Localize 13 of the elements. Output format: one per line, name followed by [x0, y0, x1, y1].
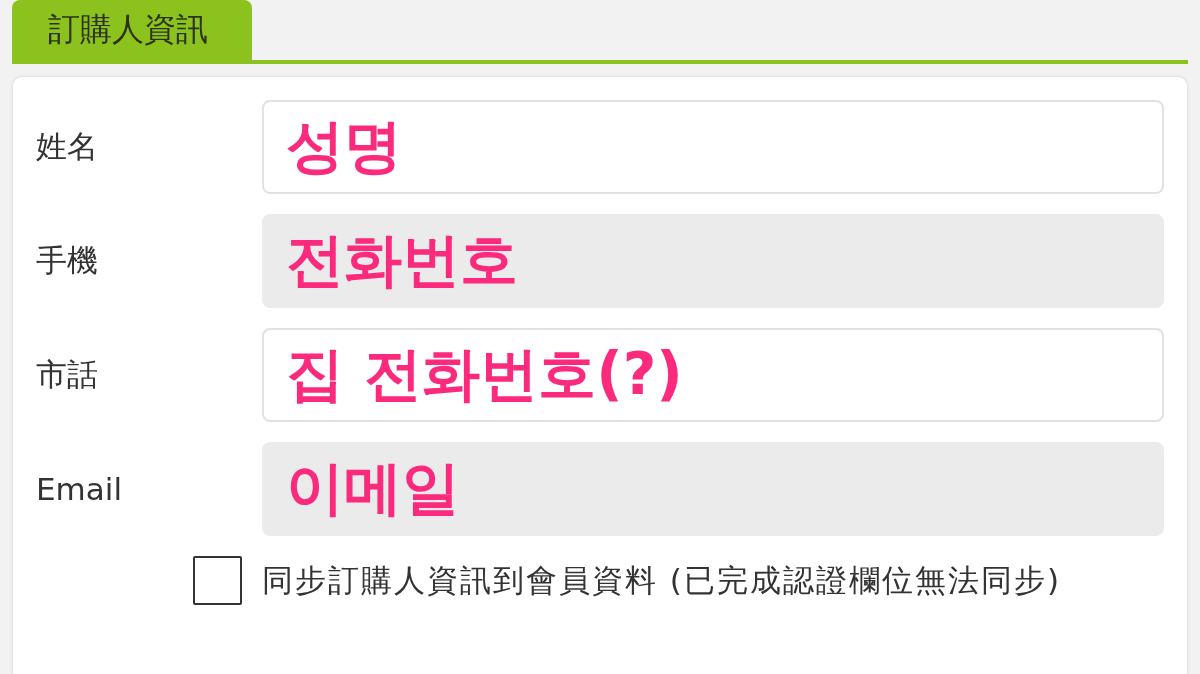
checkbox[interactable] [193, 556, 242, 605]
annotation-text: 집 전화번호(?) [286, 343, 683, 407]
field-label: Email [36, 471, 122, 507]
field-label: 姓名 [36, 127, 98, 166]
checkbox-label: 同步訂購人資訊到會員資料 (已完成認證欄位無法同步) [262, 560, 1062, 600]
input-field[interactable]: 성명 [262, 100, 1164, 194]
annotation-text: 성명 [286, 115, 402, 179]
input-field[interactable]: 집 전화번호(?) [262, 328, 1164, 422]
annotation-text: 전화번호 [286, 229, 518, 293]
tab[interactable]: 訂購人資訊 [12, 0, 252, 60]
field-label: 手機 [36, 241, 98, 280]
annotation-text: 이메일 [286, 457, 460, 521]
field-label: 市話 [36, 355, 98, 394]
